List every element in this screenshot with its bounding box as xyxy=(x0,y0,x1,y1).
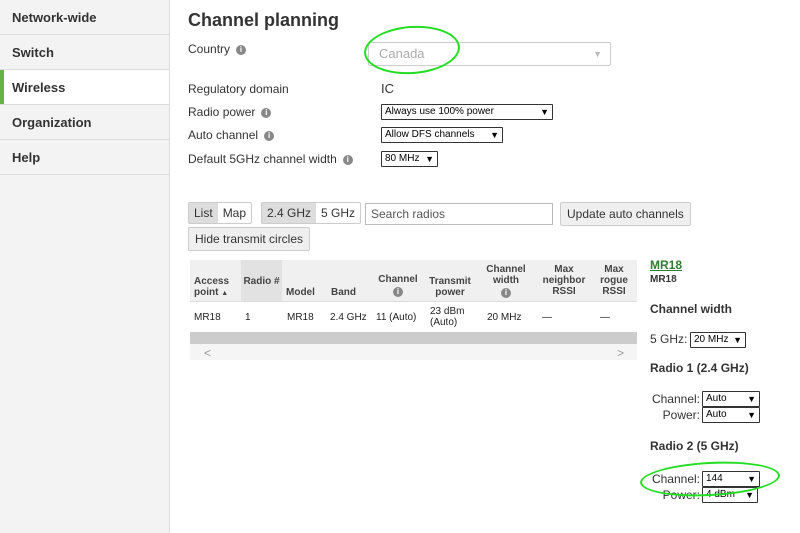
radio-power-select[interactable]: Always use 100% power ▼ xyxy=(381,104,553,120)
view-toggle: List Map xyxy=(188,202,253,224)
chevron-down-icon: ▼ xyxy=(733,335,742,345)
cell-model: MR18 xyxy=(287,312,314,323)
annotation-circle-country xyxy=(362,22,462,78)
col-radio[interactable]: Radio # xyxy=(241,260,282,301)
col-channel-width[interactable]: Channel width i xyxy=(484,264,528,298)
regulatory-value: IC xyxy=(381,81,394,96)
col-transmit-power[interactable]: Transmit power xyxy=(426,276,474,298)
list-view-button[interactable]: List xyxy=(189,203,218,223)
update-auto-channels-button[interactable]: Update auto channels xyxy=(560,202,691,226)
col-max-rogue-rssi[interactable]: Max rogue RSSI xyxy=(596,264,632,297)
cell-access-point: MR18 xyxy=(194,312,221,323)
cell-channel-width: 20 MHz xyxy=(487,312,522,323)
info-icon[interactable]: i xyxy=(393,287,403,297)
r1-power-select[interactable]: Auto ▼ xyxy=(702,407,760,423)
channel-width-select[interactable]: 80 MHz ▼ xyxy=(381,151,438,167)
auto-channel-select[interactable]: Allow DFS channels ▼ xyxy=(381,127,503,143)
r1-channel-select[interactable]: Auto ▼ xyxy=(702,391,760,407)
chevron-down-icon: ▼ xyxy=(747,394,756,404)
col-model[interactable]: Model xyxy=(286,287,315,298)
cell-band: 2.4 GHz xyxy=(330,312,367,323)
radio1-heading: Radio 1 (2.4 GHz) xyxy=(650,361,749,375)
radios-table: Access point ▲ Radio # Model Band Channe… xyxy=(190,260,637,363)
ghz5-width-select[interactable]: 20 MHz ▼ xyxy=(690,332,746,348)
r1-channel-label: Channel: xyxy=(651,392,700,406)
channel-width-heading: Channel width xyxy=(650,302,732,316)
info-icon[interactable]: i xyxy=(261,107,272,118)
radio-power-row: Radio power i xyxy=(188,105,272,119)
country-label: Country xyxy=(188,42,231,56)
info-icon[interactable]: i xyxy=(236,44,247,55)
cell-max-rogue-rssi: — xyxy=(600,312,610,323)
channel-width-row: Default 5GHz channel width i xyxy=(188,152,353,166)
info-icon[interactable]: i xyxy=(342,154,353,165)
access-point-link[interactable]: MR18 xyxy=(650,258,800,272)
table-header: Access point ▲ Radio # Model Band Channe… xyxy=(190,260,637,302)
auto-channel-row: Auto channel i xyxy=(188,128,275,142)
radio-power-value: Always use 100% power xyxy=(385,106,494,117)
col-max-neighbor-rssi[interactable]: Max neighbor RSSI xyxy=(536,264,592,297)
main-content: Channel planning Country i Canada ▼ Regul… xyxy=(188,0,800,533)
cell-max-neighbor-rssi: — xyxy=(542,312,552,323)
horizontal-scrollbar[interactable] xyxy=(190,332,637,344)
chevron-down-icon: ▼ xyxy=(490,130,499,140)
cell-channel: 11 (Auto) xyxy=(376,312,417,323)
radio-detail-panel: MR18 MR18 Channel width 5 GHz: 20 MHz ▼ R… xyxy=(650,258,800,503)
channel-width-value: 80 MHz xyxy=(385,153,420,164)
radio2-heading: Radio 2 (5 GHz) xyxy=(650,439,739,453)
radio-power-label: Radio power xyxy=(188,105,256,119)
cell-transmit-power: 23 dBm (Auto) xyxy=(430,306,465,328)
info-icon[interactable]: i xyxy=(501,288,511,298)
sort-asc-icon: ▲ xyxy=(221,290,229,297)
sidebar-item-network-wide[interactable]: Network-wide xyxy=(0,0,169,35)
sidebar-item-switch[interactable]: Switch xyxy=(0,35,169,70)
scroll-right-icon[interactable]: > xyxy=(617,346,624,360)
band-5-button[interactable]: 5 GHz xyxy=(316,203,360,223)
hide-transmit-circles-button[interactable]: Hide transmit circles xyxy=(188,227,311,251)
access-point-model: MR18 xyxy=(650,274,677,285)
r1-power-label: Power: xyxy=(662,408,700,422)
chevron-down-icon: ▼ xyxy=(747,410,756,420)
band-toggle: 2.4 GHz 5 GHz xyxy=(261,202,362,224)
chevron-down-icon: ▼ xyxy=(540,107,549,117)
col-channel[interactable]: Channel i xyxy=(376,274,420,297)
map-view-button[interactable]: Map xyxy=(218,203,251,223)
page-title: Channel planning xyxy=(188,10,339,30)
scroll-track xyxy=(190,344,637,360)
chevron-down-icon: ▼ xyxy=(425,154,434,164)
regulatory-label: Regulatory domain xyxy=(188,82,289,96)
sidebar-item-help[interactable]: Help xyxy=(0,140,169,175)
band-24-button[interactable]: 2.4 GHz xyxy=(262,203,317,223)
sidebar-item-wireless[interactable]: Wireless xyxy=(0,70,169,105)
dropdown-caret-icon: ▼ xyxy=(593,49,602,59)
info-icon[interactable]: i xyxy=(264,130,275,141)
auto-channel-label: Auto channel xyxy=(188,128,259,142)
sidebar: Network-wide Switch Wireless Organizatio… xyxy=(0,0,170,533)
ghz5-label: 5 GHz: xyxy=(650,332,688,346)
annotation-circle-channel xyxy=(639,458,781,500)
channel-width-label: Default 5GHz channel width xyxy=(188,152,337,166)
auto-channel-value: Allow DFS channels xyxy=(385,129,475,140)
search-input[interactable]: Search radios xyxy=(365,203,553,225)
sidebar-item-organization[interactable]: Organization xyxy=(0,105,169,140)
col-band[interactable]: Band xyxy=(331,287,356,298)
scroll-left-icon[interactable]: < xyxy=(204,346,211,360)
col-access-point[interactable]: Access point ▲ xyxy=(194,276,238,299)
cell-radio: 1 xyxy=(245,312,251,323)
country-row: Country i xyxy=(188,42,247,56)
